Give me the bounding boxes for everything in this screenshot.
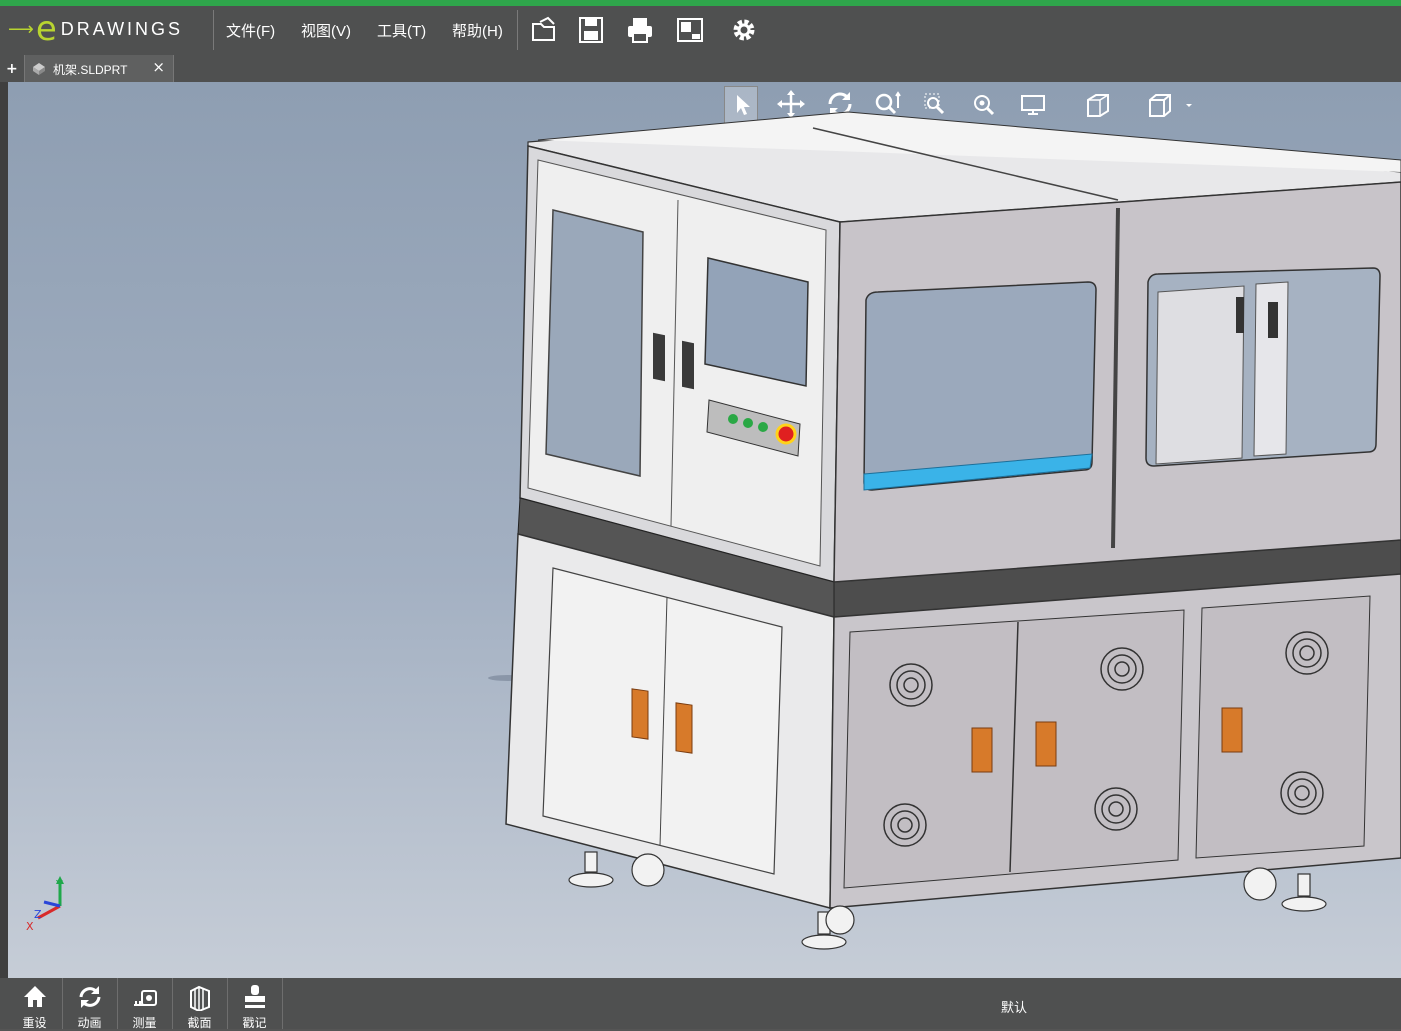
logo-wordmark: DRAWINGS (60, 18, 184, 39)
menu-view[interactable]: 视图(V) (301, 20, 351, 41)
axis-y-label: Y (56, 878, 63, 891)
tab-close-button[interactable]: × (152, 58, 165, 76)
part-icon (33, 63, 45, 75)
tab-document[interactable]: 机架.SLDPRT × (24, 55, 174, 82)
configuration-status: 默认 (1001, 1000, 1028, 1015)
left-edge (0, 82, 8, 978)
stamp-icon (245, 985, 265, 1008)
separator (213, 10, 214, 50)
logo-mark: e (35, 9, 57, 49)
axis-z-label: Z (34, 908, 42, 921)
section-icon (190, 985, 210, 1011)
model-viewport[interactable]: Y X Z (8, 82, 1401, 978)
new-tab-button[interactable]: + (6, 61, 18, 77)
measure-label: 测量 (132, 1016, 157, 1030)
title-toolbar: ⟶ e DRAWINGS 文件(F) 视图(V) 工具(T) 帮助(H) (0, 0, 1401, 55)
machine-model (37, 111, 1401, 950)
section-button[interactable]: 截面 (172, 978, 228, 1030)
stamp-button[interactable]: 戳记 (227, 978, 283, 1030)
edrawings-logo: ⟶ e DRAWINGS (8, 8, 183, 50)
sheet-icon[interactable] (676, 16, 704, 44)
window-strip (0, 0, 1401, 6)
menu-tools[interactable]: 工具(T) (377, 20, 426, 41)
section-label: 截面 (187, 1016, 212, 1030)
print-icon[interactable] (626, 16, 654, 44)
reset-button[interactable]: 重设 (7, 978, 63, 1030)
logo-arrow-icon: ⟶ (8, 18, 34, 40)
animate-icon (79, 986, 101, 1008)
menu-file[interactable]: 文件(F) (226, 20, 275, 41)
reset-label: 重设 (22, 1016, 47, 1030)
bottom-toolbar: 重设 动画 测量 截面 戳记 默认 (0, 978, 1401, 1030)
animate-label: 动画 (77, 1016, 102, 1030)
document-tabbar: + 机架.SLDPRT × (0, 55, 1401, 82)
stamp-label: 戳记 (242, 1016, 267, 1030)
home-icon (24, 986, 46, 1007)
settings-icon[interactable] (730, 16, 758, 44)
menu-help[interactable]: 帮助(H) (452, 20, 503, 41)
separator (517, 10, 518, 50)
axis-x-label: X (26, 920, 34, 933)
save-icon[interactable] (577, 16, 605, 44)
measure-icon (134, 990, 157, 1006)
measure-button[interactable]: 测量 (117, 978, 173, 1030)
open-icon[interactable] (530, 16, 558, 44)
animate-button[interactable]: 动画 (62, 978, 118, 1030)
tab-label: 机架.SLDPRT (53, 63, 128, 77)
